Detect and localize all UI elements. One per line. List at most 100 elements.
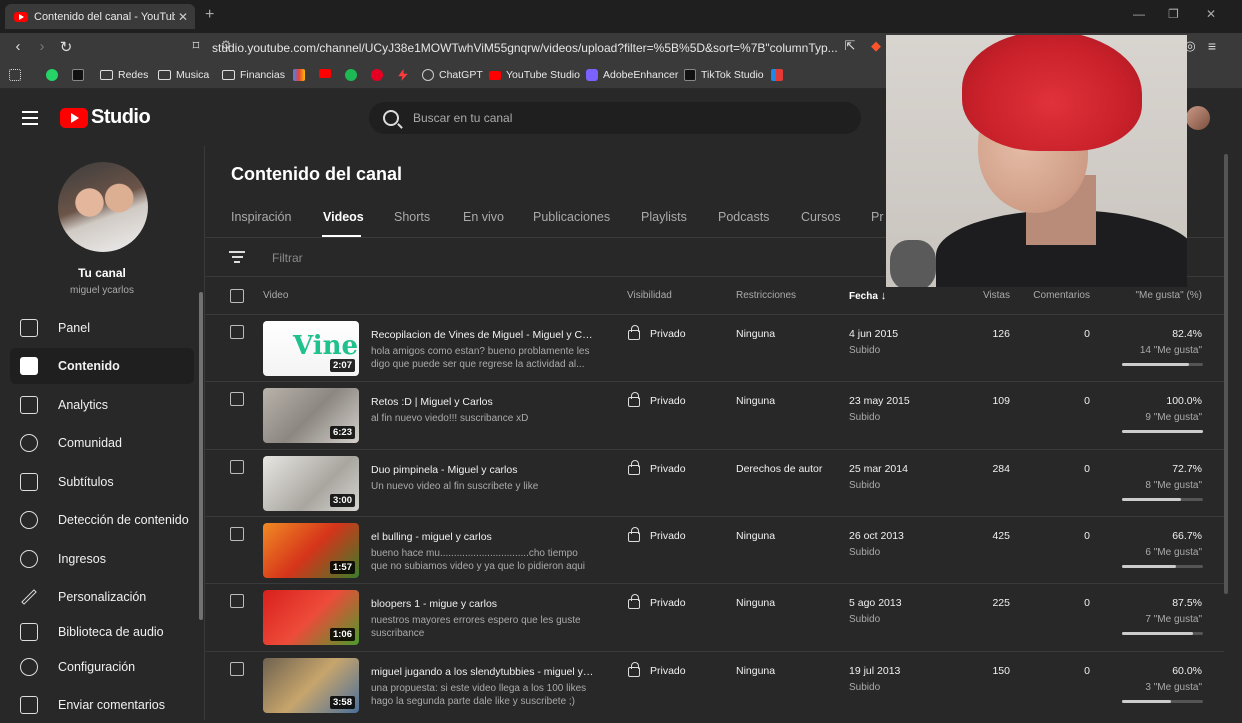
- back-icon[interactable]: ‹: [8, 38, 28, 55]
- bookmark-financias[interactable]: Financias: [222, 69, 285, 81]
- lock-icon: [628, 392, 640, 408]
- video-title[interactable]: Retos :D | Miguel y Carlos: [371, 396, 596, 408]
- visibility-value[interactable]: Privado: [650, 597, 686, 609]
- sidebar-item-personalizacion[interactable]: Personalización: [10, 579, 194, 615]
- share-icon[interactable]: ⇱: [840, 38, 860, 54]
- tab-videos[interactable]: Videos: [323, 210, 364, 224]
- tab-close-icon[interactable]: ✕: [175, 10, 191, 24]
- sidebar-item-ingresos[interactable]: Ingresos: [10, 541, 194, 577]
- sidebar-item-subtitulos[interactable]: Subtítulos: [10, 464, 194, 500]
- sidebar-item-panel[interactable]: Panel: [10, 310, 194, 346]
- likes-count: 8 "Me gusta": [1145, 479, 1202, 491]
- filter-icon[interactable]: [229, 251, 245, 266]
- tab-playlists[interactable]: Playlists: [641, 210, 687, 224]
- bookmark-musica[interactable]: Musica: [158, 69, 209, 81]
- row-checkbox[interactable]: [230, 661, 244, 676]
- sidebar-item-biblioteca[interactable]: Biblioteca de audio: [10, 618, 194, 646]
- search-input[interactable]: Buscar en tu canal: [413, 111, 512, 125]
- bookmark-whatsapp[interactable]: [46, 69, 63, 81]
- studio-logo[interactable]: Studio: [60, 106, 151, 129]
- likes-bar: [1122, 632, 1203, 636]
- close-window-icon[interactable]: ✕: [1206, 7, 1216, 21]
- sidebar-item-contenido[interactable]: Contenido: [10, 348, 194, 384]
- row-checkbox[interactable]: [230, 325, 244, 339]
- search-bar[interactable]: Buscar en tu canal: [369, 102, 861, 134]
- visibility-value[interactable]: Privado: [650, 463, 686, 475]
- row-checkbox[interactable]: [230, 459, 244, 474]
- tab-cursos[interactable]: Cursos: [801, 210, 841, 224]
- visibility-value[interactable]: Privado: [650, 328, 686, 340]
- video-title[interactable]: Duo pimpinela - Miguel y carlos: [371, 464, 596, 476]
- visibility-value[interactable]: Privado: [650, 395, 686, 407]
- reload-icon[interactable]: ↻: [56, 38, 76, 56]
- column-header-visibility: Visibilidad: [627, 290, 672, 301]
- sidebar-scrollbar[interactable]: [199, 292, 203, 620]
- forward-icon[interactable]: ›: [32, 38, 52, 55]
- tab-publicaciones[interactable]: Publicaciones: [533, 210, 610, 224]
- bookmark-youtube[interactable]: [319, 69, 336, 78]
- visibility-value[interactable]: Privado: [650, 665, 686, 677]
- browser-tab[interactable]: Contenido del canal - YouTube Studio ✕: [5, 4, 195, 29]
- sidebar-item-comunidad[interactable]: Comunidad: [10, 425, 194, 461]
- brave-shield-icon[interactable]: ◆: [866, 38, 886, 54]
- likes-bar-fill: [1122, 564, 1177, 568]
- bookmark-tiktok[interactable]: [72, 69, 89, 81]
- channel-avatar[interactable]: [58, 162, 148, 252]
- row-checkbox[interactable]: [230, 526, 244, 541]
- browser-menu-icon[interactable]: ≡: [1202, 38, 1222, 54]
- pinterest-icon: [371, 69, 383, 81]
- date-value: 25 mar 2014: [849, 462, 908, 475]
- video-title[interactable]: miguel jugando a los slendytubbies - mig…: [371, 666, 596, 678]
- tab-en-vivo[interactable]: En vivo: [463, 210, 504, 224]
- minimize-icon[interactable]: —: [1133, 7, 1145, 21]
- tab-promociones[interactable]: Pr: [871, 210, 884, 224]
- tab-podcasts[interactable]: Podcasts: [718, 210, 769, 224]
- video-thumbnail[interactable]: 1:06: [263, 590, 359, 646]
- video-title[interactable]: Recopilacion de Vines de Miguel - Miguel…: [371, 329, 596, 341]
- video-thumbnail[interactable]: 6:23: [263, 388, 359, 444]
- row-checkbox[interactable]: [230, 594, 244, 609]
- tab-shorts[interactable]: Shorts: [394, 210, 430, 224]
- sidebar-item-deteccion[interactable]: Detección de contenido: [10, 502, 194, 538]
- bookmark-flag[interactable]: [771, 69, 788, 81]
- video-duration: 3:58: [329, 695, 355, 709]
- column-header-comments: Comentarios: [1033, 290, 1090, 301]
- likes-percent: 82.4%: [1172, 328, 1202, 340]
- likes-count: 14 "Me gusta": [1139, 345, 1202, 356]
- apps-grid-icon[interactable]: [9, 69, 26, 81]
- video-thumbnail[interactable]: 3:00: [263, 455, 359, 511]
- bookmark-bolt[interactable]: [397, 69, 414, 81]
- bookmark-icon[interactable]: ⌑: [186, 38, 206, 54]
- bookmark-spotify[interactable]: [345, 69, 362, 81]
- bookmark-pinterest[interactable]: [371, 69, 388, 81]
- bookmark-redes[interactable]: Redes: [100, 69, 148, 81]
- row-checkbox[interactable]: [230, 392, 244, 407]
- visibility-value[interactable]: Privado: [650, 530, 686, 542]
- url-field[interactable]: studio.youtube.com/channel/UCyJ38e1MOWTw…: [212, 37, 892, 59]
- bookmark-youtube-studio[interactable]: YouTube Studio: [489, 69, 580, 81]
- bookmark-adobeenhancer[interactable]: AdobeEnhancer: [586, 69, 678, 81]
- sidebar-item-analytics[interactable]: Analytics: [10, 387, 194, 423]
- menu-icon[interactable]: [22, 111, 38, 129]
- maximize-icon[interactable]: ❐: [1168, 7, 1179, 21]
- column-header-date[interactable]: Fecha ↓: [849, 290, 886, 302]
- flag-icon: [771, 69, 783, 81]
- video-thumbnail[interactable]: 1:57: [263, 522, 359, 578]
- sidebar-item-enviar-comentarios[interactable]: Enviar comentarios: [10, 687, 194, 723]
- likes-bar: [1122, 699, 1203, 703]
- bookmark-gmail[interactable]: [293, 69, 310, 81]
- bookmark-chatgpt[interactable]: ChatGPT: [422, 69, 483, 81]
- filter-input[interactable]: Filtrar: [272, 251, 303, 265]
- main-scrollbar[interactable]: [1224, 146, 1242, 720]
- video-title[interactable]: bloopers 1 - migue y carlos: [371, 598, 596, 610]
- sidebar-item-configuracion[interactable]: Configuración: [10, 649, 194, 685]
- new-tab-icon[interactable]: +: [205, 6, 214, 24]
- video-thumbnail[interactable]: 3:58: [263, 657, 359, 713]
- video-thumbnail[interactable]: Vine 2:07: [263, 321, 359, 376]
- bookmark-tiktok-studio[interactable]: TikTok Studio: [684, 69, 764, 81]
- video-title[interactable]: el bulling - miguel y carlos: [371, 531, 596, 543]
- account-avatar[interactable]: [1186, 106, 1210, 130]
- tab-inspiracion[interactable]: Inspiración: [231, 210, 291, 224]
- select-all-checkbox[interactable]: [230, 289, 244, 303]
- comments-value: 0: [1084, 597, 1090, 610]
